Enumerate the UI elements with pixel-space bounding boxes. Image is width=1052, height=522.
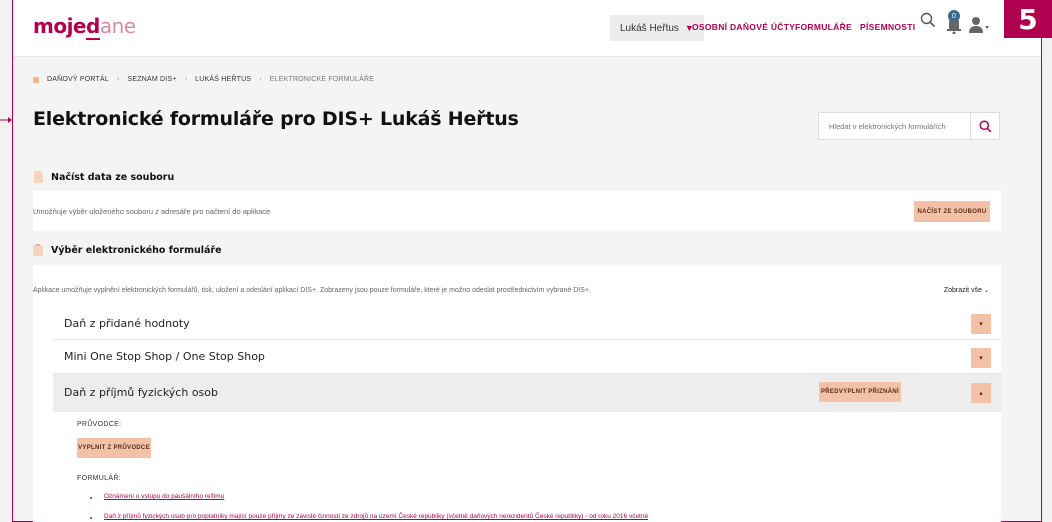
form-section-heading: Výběr elektronického formuláře xyxy=(33,244,222,256)
breadcrumb-user[interactable]: LUKÁŠ HEŘTUS xyxy=(195,76,251,83)
nav-documents[interactable]: PÍSEMNOSTI xyxy=(860,22,915,32)
nav-tax-accounts[interactable]: OSOBNÍ DAŇOVÉ ÚČTY xyxy=(692,22,795,32)
breadcrumb: DAŇOVÝ PORTÁL › SEZNAM DIS+ › LUKÁŠ HEŘT… xyxy=(33,76,374,83)
clipboard-icon xyxy=(33,244,43,256)
form-search xyxy=(818,112,1000,140)
show-all-toggle[interactable]: Zobrazit vše ⌄ xyxy=(944,287,989,294)
breadcrumb-tax-portal[interactable]: DAŇOVÝ PORTÁL xyxy=(47,76,109,83)
search-icon xyxy=(920,12,936,28)
load-section-description: Umožňuje výběr uloženého souboru z adres… xyxy=(33,207,271,216)
expand-vat-button[interactable]: ▾ xyxy=(971,314,991,334)
search-icon xyxy=(978,119,991,132)
user-menu-button[interactable]: Lukáš Heřtus ▼ xyxy=(610,15,704,41)
form-link-flat-rate[interactable]: Oznámení o vstupu do paušálního režimu xyxy=(104,493,224,500)
breadcrumb-dis-list[interactable]: SEZNAM DIS+ xyxy=(128,76,177,83)
accordion-income-tax-label: Daň z příjmů fyzických osob xyxy=(64,386,218,399)
breadcrumb-current: ELEKTRONICKÉ FORMULÁŘE xyxy=(269,76,375,83)
top-header: mojedane Lukáš Heřtus ▼ OSOBNÍ DAŇOVÉ ÚČ… xyxy=(13,0,1041,57)
accordion-income-tax[interactable]: Daň z příjmů fyzických osob PŘEDVYPLNIT … xyxy=(53,374,1001,412)
bullet-icon xyxy=(90,517,92,519)
load-from-file-button[interactable]: NAČÍST ZE SOUBORU xyxy=(914,201,990,222)
bullet-icon xyxy=(90,497,92,499)
chevron-right-icon: › xyxy=(259,76,262,83)
notification-count: 0 xyxy=(948,10,960,22)
step-badge: 5 xyxy=(1004,0,1052,38)
chevron-right-icon: › xyxy=(117,76,120,83)
notifications-button[interactable]: 0 xyxy=(945,8,963,34)
load-section-title: Načíst data ze souboru xyxy=(51,171,175,183)
file-icon xyxy=(34,171,43,183)
forms-heading: FORMULÁŘ: xyxy=(77,475,121,482)
profile-menu-button[interactable] xyxy=(968,16,990,34)
guide-heading: PRŮVODCE: xyxy=(77,421,122,428)
collapse-income-tax-button[interactable]: ▴ xyxy=(971,383,991,403)
form-section-title: Výběr elektronického formuláře xyxy=(51,244,222,256)
chevron-right-icon: › xyxy=(184,76,188,83)
chevron-down-icon: ▾ xyxy=(979,355,983,362)
arrow-icon xyxy=(0,117,12,123)
search-button[interactable] xyxy=(970,113,999,139)
user-icon xyxy=(969,17,989,33)
show-all-label: Zobrazit vše xyxy=(943,287,982,294)
logo-rest: ane xyxy=(99,14,136,38)
expand-oss-button[interactable]: ▾ xyxy=(971,348,991,368)
annotation-arrow xyxy=(0,110,12,123)
logo[interactable]: mojedane xyxy=(33,14,136,40)
prefill-return-button[interactable]: PŘEDVYPLNIT PŘIZNÁNÍ xyxy=(819,382,901,402)
load-section-card: Umožňuje výběr uloženého souboru z adres… xyxy=(33,191,1001,231)
form-section-card: Aplikace umožňuje vyplnění elektronickýc… xyxy=(33,265,1001,522)
home-icon[interactable] xyxy=(33,76,39,83)
logo-underlined: d xyxy=(86,14,100,40)
search-input[interactable] xyxy=(819,120,970,132)
accordion-oss[interactable]: Mini One Stop Shop / One Stop Shop ▾ xyxy=(53,340,1001,374)
logo-main: moje xyxy=(33,14,87,38)
form-link-income-tax[interactable]: Daň z příjmů fyzických osob pro poplatní… xyxy=(104,513,648,520)
fill-from-guide-button[interactable]: VYPLNIT Z PRŮVODCE xyxy=(77,438,151,458)
app-frame: mojedane Lukáš Heřtus ▼ OSOBNÍ DAŇOVÉ ÚČ… xyxy=(12,0,1042,522)
nav-forms[interactable]: FORMULÁŘE xyxy=(795,22,852,32)
accordion-vat-label: Daň z přidané hodnoty xyxy=(64,317,190,330)
search-header-button[interactable] xyxy=(920,12,936,28)
chevron-up-icon: ▴ xyxy=(979,390,983,397)
page-title: Elektronické formuláře pro DIS+ Lukáš He… xyxy=(33,108,519,130)
form-section-description: Aplikace umožňuje vyplnění elektronickýc… xyxy=(33,287,591,294)
chevron-down-icon: ⌄ xyxy=(983,288,989,294)
chevron-down-icon: ▾ xyxy=(979,321,983,328)
accordion-vat[interactable]: Daň z přidané hodnoty ▾ xyxy=(53,307,1001,340)
load-section-heading: Načíst data ze souboru xyxy=(33,171,174,183)
user-name: Lukáš Heřtus xyxy=(620,22,679,34)
accordion-oss-label: Mini One Stop Shop / One Stop Shop xyxy=(64,350,265,363)
